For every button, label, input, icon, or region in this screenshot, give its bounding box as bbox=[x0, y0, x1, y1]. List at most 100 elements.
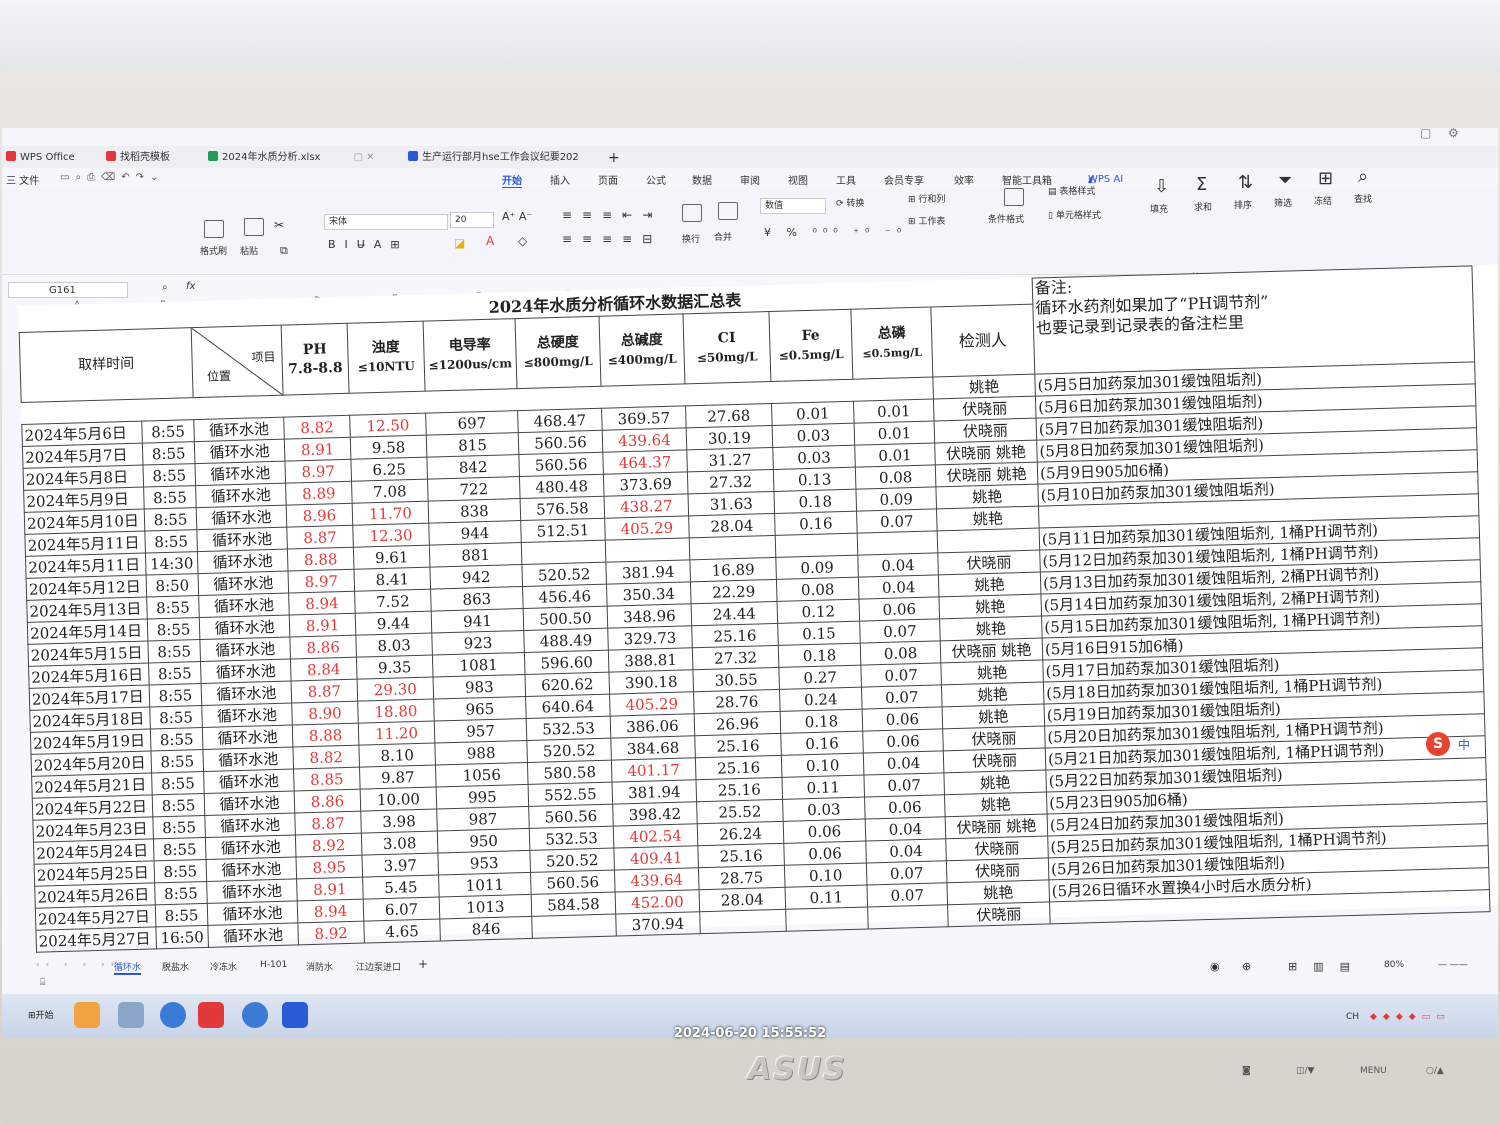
cell-position[interactable]: 循环水池 bbox=[206, 856, 297, 882]
sheet-tab-circulating[interactable]: 循环水 bbox=[114, 960, 142, 975]
cell-inspector[interactable]: 姚艳 bbox=[944, 791, 1048, 817]
merge-label[interactable]: 合并 bbox=[714, 230, 732, 243]
cell-alkalinity[interactable]: 384.68 bbox=[610, 735, 696, 761]
freeze-label[interactable]: 冻结 bbox=[1314, 194, 1332, 207]
cell-phosphorus[interactable]: 0.09 bbox=[855, 486, 937, 512]
cell-conductivity[interactable]: 815 bbox=[426, 432, 519, 458]
cell-position[interactable]: 循环水池 bbox=[199, 615, 290, 640]
cell-conductivity[interactable]: 983 bbox=[433, 674, 526, 700]
cell-fe[interactable]: 0.24 bbox=[779, 687, 863, 712]
cell-alkalinity[interactable]: 373.69 bbox=[603, 471, 689, 497]
bezel-menu-button[interactable]: MENU bbox=[1360, 1066, 1387, 1076]
convert-button[interactable]: ⟳ 转换 bbox=[836, 196, 864, 209]
cell-phosphorus[interactable]: 0.08 bbox=[855, 464, 936, 490]
cell-alkalinity[interactable]: 370.94 bbox=[615, 911, 701, 937]
sum-icon[interactable]: Σ bbox=[1196, 174, 1207, 195]
taskbar-star-icon[interactable] bbox=[74, 1002, 100, 1028]
cell-date[interactable]: 2024年5月21日 bbox=[31, 772, 153, 799]
cell-ph[interactable]: 8.88 bbox=[287, 547, 354, 572]
cell-inspector[interactable] bbox=[937, 528, 1040, 553]
cell-turbidity[interactable]: 9.87 bbox=[359, 765, 437, 790]
cell-conductivity[interactable]: 941 bbox=[431, 608, 524, 634]
font-color-icon[interactable]: A bbox=[486, 234, 494, 248]
wrap-text-label[interactable]: 换行 bbox=[682, 232, 700, 245]
cell-turbidity[interactable]: 10.00 bbox=[360, 787, 437, 812]
cell-cl[interactable]: 27.32 bbox=[687, 469, 774, 494]
cell-phosphorus[interactable]: 0.07 bbox=[859, 618, 941, 644]
cell-date[interactable]: 2024年5月17日 bbox=[29, 684, 150, 711]
tray-language[interactable]: CH bbox=[1346, 1012, 1359, 1022]
quick-access-icons[interactable]: ▭⌕⎙⌫↶↷⌄ bbox=[60, 172, 164, 183]
cell-fe[interactable]: 0.13 bbox=[773, 467, 856, 492]
cell-phosphorus[interactable]: 0.06 bbox=[862, 728, 944, 754]
cell-time[interactable]: 8:55 bbox=[152, 815, 206, 839]
table-style-button[interactable]: ▤ 表格样式 bbox=[1048, 184, 1095, 197]
worksheet-button[interactable]: ⊞ 工作表 bbox=[908, 214, 945, 227]
cell-conductivity[interactable]: 1011 bbox=[438, 872, 532, 897]
cell-ph[interactable]: 8.95 bbox=[295, 855, 363, 879]
cell-hardness[interactable]: 532.53 bbox=[526, 716, 611, 741]
cell-ph[interactable]: 8.92 bbox=[297, 921, 365, 945]
cell-alkalinity[interactable]: 390.18 bbox=[608, 669, 694, 695]
cell-conductivity[interactable]: 1056 bbox=[435, 762, 529, 788]
cell-conductivity[interactable]: 995 bbox=[436, 784, 529, 810]
cell-fe[interactable]: 0.12 bbox=[777, 599, 860, 624]
menu-item-start[interactable]: 开始 bbox=[502, 172, 522, 189]
cell-turbidity[interactable]: 12.30 bbox=[352, 523, 430, 548]
cell-position[interactable]: 循环水池 bbox=[204, 812, 296, 838]
cell-cl[interactable]: 26.96 bbox=[694, 711, 781, 736]
cell-fe[interactable]: 0.09 bbox=[775, 555, 859, 580]
cell-turbidity[interactable]: 7.08 bbox=[351, 479, 429, 504]
paste-icon[interactable] bbox=[244, 218, 264, 236]
menu-item-formula[interactable]: 公式 bbox=[646, 172, 666, 187]
format-painter-label[interactable]: 格式刷 bbox=[200, 244, 227, 257]
align-top-buttons[interactable]: ≡≡≡⇤⇥ bbox=[562, 208, 662, 222]
cell-turbidity[interactable]: 3.98 bbox=[360, 809, 438, 834]
cell-ph[interactable]: 8.87 bbox=[286, 525, 354, 550]
cell-ph[interactable]: 8.92 bbox=[295, 833, 362, 857]
cell-fe[interactable]: 0.08 bbox=[776, 577, 860, 602]
cell-date[interactable]: 2024年5月14日 bbox=[27, 619, 148, 645]
cell-position[interactable]: 循环水池 bbox=[194, 461, 286, 486]
cell-ph[interactable]: 8.94 bbox=[297, 899, 364, 923]
cell-hardness[interactable]: 520.52 bbox=[521, 562, 607, 587]
cell-turbidity[interactable]: 11.20 bbox=[358, 721, 435, 746]
cell-conductivity[interactable]: 942 bbox=[429, 564, 523, 590]
cell-alkalinity[interactable]: 329.73 bbox=[607, 625, 693, 651]
cell-alkalinity[interactable]: 464.37 bbox=[602, 449, 688, 475]
freeze-icon[interactable]: ⊞ bbox=[1318, 168, 1333, 189]
cell-phosphorus[interactable]: 0.04 bbox=[865, 838, 947, 864]
header-conductivity[interactable]: 电导率 ≤1200us/cm bbox=[423, 318, 518, 392]
zoom-level[interactable]: 80% bbox=[1384, 960, 1404, 970]
cell-turbidity[interactable]: 9.61 bbox=[353, 545, 430, 570]
cell-hardness[interactable]: 580.58 bbox=[527, 760, 613, 785]
cell-time[interactable]: 8:55 bbox=[144, 507, 197, 532]
cell-alkalinity[interactable]: 388.81 bbox=[608, 647, 693, 673]
cell-phosphorus[interactable]: 0.07 bbox=[866, 860, 947, 886]
zoom-slider[interactable]: — —— bbox=[1438, 960, 1468, 970]
cell-inspector[interactable]: 伏晓丽 bbox=[945, 835, 1049, 861]
cell-time[interactable]: 8:55 bbox=[152, 793, 205, 817]
cell-hardness[interactable]: 488.49 bbox=[523, 628, 609, 653]
cell-hardness[interactable]: 500.50 bbox=[523, 606, 608, 631]
header-phosphorus[interactable]: 总磷 ≤0.5mg/L bbox=[850, 307, 933, 380]
cell-cl[interactable]: 31.27 bbox=[686, 447, 774, 472]
cell-turbidity[interactable]: 9.58 bbox=[350, 435, 427, 460]
cell-conductivity[interactable]: 950 bbox=[437, 828, 530, 853]
font-name-select[interactable]: 宋体 bbox=[324, 214, 448, 230]
cell-date[interactable]: 2024年5月26日 bbox=[34, 882, 156, 909]
taskbar-sogou-icon[interactable] bbox=[160, 1002, 186, 1028]
cell-inspector[interactable]: 伏晓丽 姚艳 bbox=[934, 440, 1038, 465]
add-sheet-button[interactable]: + bbox=[418, 957, 428, 971]
cell-time[interactable]: 8:55 bbox=[147, 617, 200, 642]
cell-hardness[interactable]: 456.46 bbox=[522, 584, 608, 609]
cell-style-button[interactable]: ▯ 单元格样式 bbox=[1048, 208, 1101, 221]
cell-ph[interactable]: 8.91 bbox=[289, 613, 356, 638]
cell-conductivity[interactable]: 722 bbox=[427, 476, 521, 502]
cell-conductivity[interactable]: 988 bbox=[434, 740, 528, 766]
cut-icon[interactable]: ✂ bbox=[274, 218, 284, 232]
bezel-button-2[interactable]: ◫/▼ bbox=[1296, 1066, 1314, 1076]
cell-cl[interactable] bbox=[689, 535, 776, 560]
cell-cl[interactable]: 27.68 bbox=[685, 403, 773, 428]
bezel-button-1[interactable]: ◙ bbox=[1242, 1066, 1251, 1076]
